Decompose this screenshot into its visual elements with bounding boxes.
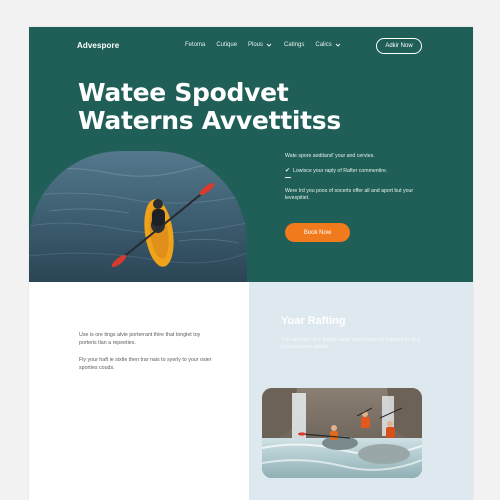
nav-item-label: Fetoma (185, 42, 206, 48)
kayak-photo (29, 151, 247, 282)
rafting-title: Yoar Rafting (281, 315, 346, 327)
chevron-down-icon (335, 43, 341, 47)
check-item: ✔ Lowisce your raply of Rafter commentir… (285, 168, 425, 175)
nav-item-label: Catings (284, 42, 305, 48)
nav-item-label: Calics (315, 42, 332, 48)
headline-line-2: Waterns Avvettitss (78, 106, 341, 135)
nav-item-cutique[interactable]: Cutique (216, 42, 237, 48)
hero-headline: Watee Spodvet Waterns Avvettitss (78, 79, 341, 135)
header-cta-button[interactable]: Adkir Now (376, 38, 422, 54)
rafting-text: This arl your ofire tingiry water setowl… (281, 337, 420, 350)
nav-item-label: Cutique (216, 42, 238, 48)
nav-item-calics[interactable]: Calics (315, 42, 341, 48)
divider (285, 177, 291, 178)
landing-page: Advespore Fetoma Cutique Plous Catings C… (29, 27, 473, 500)
nav-item-catings[interactable]: Catings (284, 42, 304, 48)
nav-item-plous[interactable]: Plous (248, 42, 273, 48)
headline-line-1: Watee Spodvet (78, 78, 289, 107)
info-section: Use is ore tings alvie porterrant thire … (29, 282, 249, 500)
main-nav: Fetoma Cutique Plous Catings Calics (185, 42, 342, 48)
rafting-section: Yoar Rafting This arl your ofire tingiry… (249, 282, 473, 500)
check-item-text: Lowisce your raply of Rafter commentire. (293, 168, 388, 174)
info-paragraph-2: Fly your haft ie sixtle then trar nais t… (79, 357, 212, 371)
hero-body: Were Ird you poos of socerts offer all a… (285, 188, 414, 201)
rafting-photo (262, 388, 422, 478)
info-paragraph-1: Use is ore tings alvie porterrant thire … (79, 332, 201, 346)
check-icon: ✔ (285, 168, 291, 174)
hero-section: Advespore Fetoma Cutique Plous Catings C… (29, 27, 473, 282)
hero-intro: Wate spore aoditand' your and cervies. (285, 153, 375, 159)
nav-item-label: Plous (248, 42, 264, 48)
chevron-down-icon (266, 43, 272, 47)
book-now-button[interactable]: Book Now (285, 223, 350, 242)
brand-logo[interactable]: Advespore (77, 41, 119, 50)
hero-copy: Wate spore aoditand' your and cervies. ✔… (285, 153, 425, 210)
nav-item-fetoma[interactable]: Fetoma (185, 42, 205, 48)
info-text: Use is ore tings alvie porterrant thire … (79, 332, 219, 382)
